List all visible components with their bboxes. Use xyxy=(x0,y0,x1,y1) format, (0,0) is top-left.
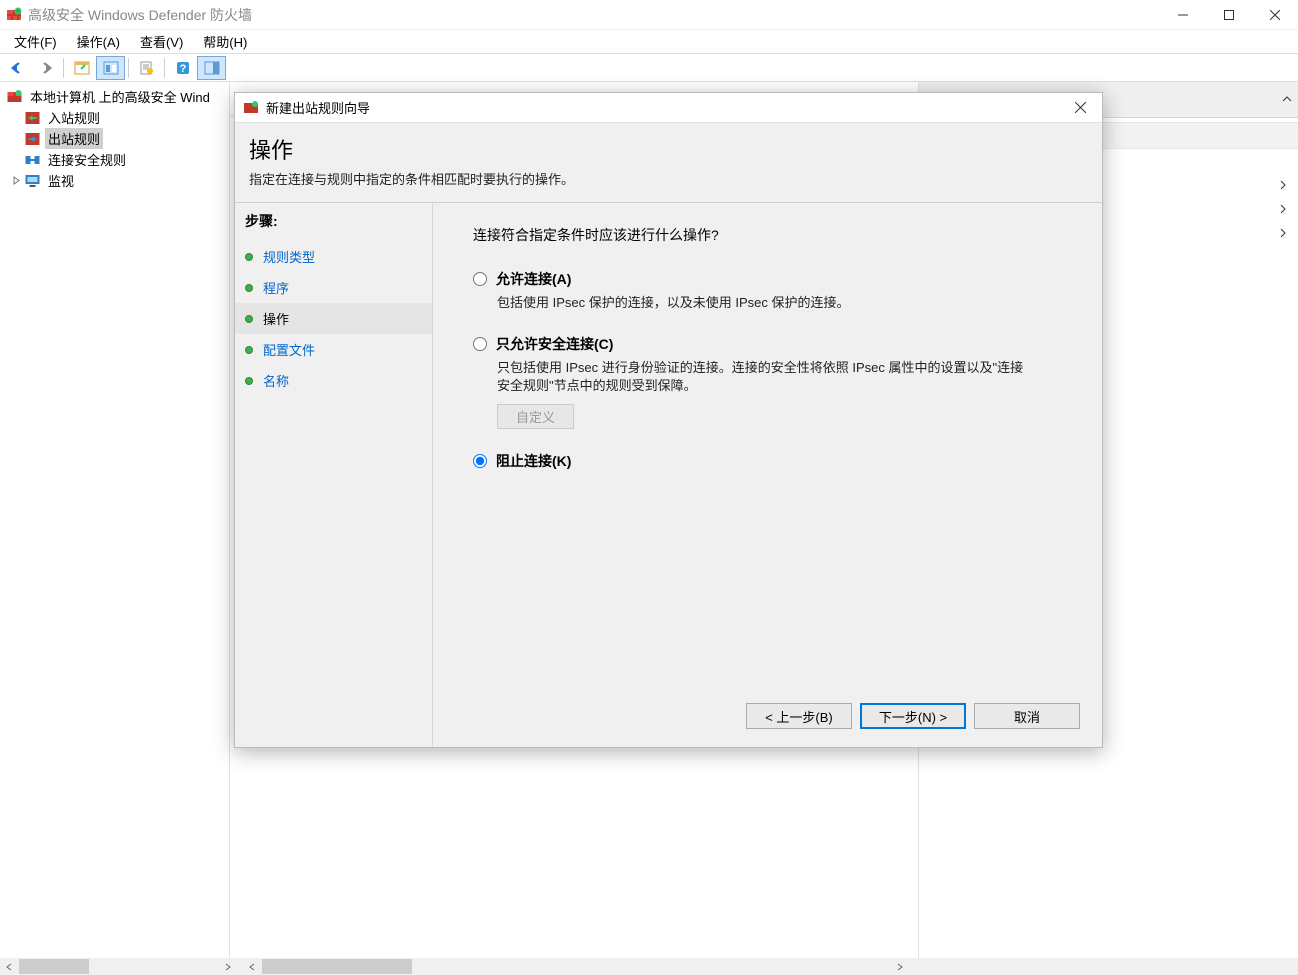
step-program[interactable]: 程序 xyxy=(235,272,432,303)
help-button[interactable]: ? xyxy=(168,56,197,80)
menu-help[interactable]: 帮助(H) xyxy=(193,30,257,53)
dialog-titlebar[interactable]: 新建出站规则向导 xyxy=(235,93,1102,123)
dialog-footer: < 上一步(B) 下一步(N) > 取消 xyxy=(746,703,1080,729)
tree-monitor-label: 监视 xyxy=(45,170,77,191)
dialog-title: 新建出站规则向导 xyxy=(266,98,370,117)
main-titlebar: 高级安全 Windows Defender 防火墙 xyxy=(0,0,1298,30)
forward-button[interactable] xyxy=(31,56,60,80)
close-button[interactable] xyxy=(1252,0,1298,30)
step-rule-type[interactable]: 规则类型 xyxy=(235,241,432,272)
caret-icon[interactable] xyxy=(12,174,24,188)
tree-monitor[interactable]: 监视 xyxy=(0,170,229,191)
dialog-header: 操作 指定在连接与规则中指定的条件相匹配时要执行的操作。 xyxy=(235,123,1102,202)
maximize-button[interactable] xyxy=(1206,0,1252,30)
connsec-icon xyxy=(24,152,41,168)
show-tree-button[interactable] xyxy=(67,56,96,80)
monitor-icon xyxy=(24,173,41,189)
dialog-heading: 操作 xyxy=(249,133,1088,169)
hscroll-left-arrow-list[interactable] xyxy=(243,958,260,975)
radio-secure-input[interactable] xyxy=(473,337,487,351)
radio-allow-label: 允许连接(A) xyxy=(496,269,571,289)
hscroll-thumb-list[interactable] xyxy=(262,959,412,974)
cancel-button-dialog[interactable]: 取消 xyxy=(974,703,1080,729)
tree-outbound[interactable]: 出站规则 xyxy=(0,128,229,149)
firewall-icon xyxy=(6,89,23,105)
radio-block-input[interactable] xyxy=(473,454,487,468)
menu-file[interactable]: 文件(F) xyxy=(4,30,67,53)
hscroll-thumb-tree[interactable] xyxy=(19,959,89,974)
radio-allow[interactable]: 允许连接(A) xyxy=(473,269,1074,289)
option-block: 阻止连接(K) xyxy=(473,451,1074,471)
dialog-close-button[interactable] xyxy=(1058,93,1102,123)
actions-collapse-icon[interactable] xyxy=(1282,93,1292,107)
dialog-steps: 步骤: 规则类型 程序 操作 配置文件 名称 xyxy=(235,203,433,747)
option-secure: 只允许安全连接(C) 只包括使用 IPsec 进行身份验证的连接。连接的安全性将… xyxy=(473,334,1074,428)
toolbar: ? xyxy=(0,54,1298,82)
step-name[interactable]: 名称 xyxy=(235,365,432,396)
hscroll-right-arrow-list[interactable] xyxy=(891,958,908,975)
actionpane-toggle[interactable] xyxy=(197,56,226,80)
tree-pane[interactable]: 本地计算机 上的高级安全 Wind 入站规则 出站规则 连接安全规则 监视 xyxy=(0,82,230,975)
radio-block-label: 阻止连接(K) xyxy=(496,451,571,471)
outbound-icon xyxy=(24,131,41,147)
window-title: 高级安全 Windows Defender 防火墙 xyxy=(28,5,252,25)
next-button-dialog[interactable]: 下一步(N) > xyxy=(860,703,966,729)
back-button[interactable] xyxy=(2,56,31,80)
steps-title: 步骤: xyxy=(235,211,432,241)
radio-secure-label: 只允许安全连接(C) xyxy=(496,334,613,354)
radio-secure-desc: 只包括使用 IPsec 进行身份验证的连接。连接的安全性将依照 IPsec 属性… xyxy=(473,359,1033,395)
radio-secure[interactable]: 只允许安全连接(C) xyxy=(473,334,1074,354)
menu-view[interactable]: 查看(V) xyxy=(130,30,193,53)
radio-allow-desc: 包括使用 IPsec 保护的连接，以及未使用 IPsec 保护的连接。 xyxy=(473,294,1033,312)
dialog-body: 步骤: 规则类型 程序 操作 配置文件 名称 连接符合指定条件时应该进行什么操作… xyxy=(235,202,1102,747)
hscroll-right-arrow-tree[interactable] xyxy=(219,958,236,975)
customize-button: 自定义 xyxy=(497,404,574,429)
step-profile[interactable]: 配置文件 xyxy=(235,334,432,365)
wizard-dialog: 新建出站规则向导 操作 指定在连接与规则中指定的条件相匹配时要执行的操作。 步骤… xyxy=(234,92,1103,748)
hscroll-left-arrow[interactable] xyxy=(0,958,17,975)
properties-button[interactable] xyxy=(96,56,125,80)
tree-outbound-label: 出站规则 xyxy=(45,128,103,149)
tree-root-label: 本地计算机 上的高级安全 Wind xyxy=(27,86,213,107)
step-action[interactable]: 操作 xyxy=(235,303,432,334)
tree-inbound[interactable]: 入站规则 xyxy=(0,107,229,128)
radio-allow-input[interactable] xyxy=(473,272,487,286)
menu-action[interactable]: 操作(A) xyxy=(67,30,130,53)
wizard-icon xyxy=(243,100,259,116)
tree-root[interactable]: 本地计算机 上的高级安全 Wind xyxy=(0,86,229,107)
svg-text:?: ? xyxy=(179,63,186,75)
dialog-subheading: 指定在连接与规则中指定的条件相匹配时要执行的操作。 xyxy=(249,169,1088,188)
option-allow: 允许连接(A) 包括使用 IPsec 保护的连接，以及未使用 IPsec 保护的… xyxy=(473,269,1074,312)
hscroll[interactable] xyxy=(0,958,1298,975)
firewall-app-icon xyxy=(6,7,22,23)
inbound-icon xyxy=(24,110,41,126)
export-button[interactable] xyxy=(132,56,161,80)
dialog-main: 连接符合指定条件时应该进行什么操作? 允许连接(A) 包括使用 IPsec 保护… xyxy=(433,203,1102,747)
tree-connsec-label: 连接安全规则 xyxy=(45,149,129,170)
back-button-dialog[interactable]: < 上一步(B) xyxy=(746,703,852,729)
minimize-button[interactable] xyxy=(1160,0,1206,30)
radio-block[interactable]: 阻止连接(K) xyxy=(473,451,1074,471)
tree-inbound-label: 入站规则 xyxy=(45,107,103,128)
menubar: 文件(F) 操作(A) 查看(V) 帮助(H) xyxy=(0,30,1298,54)
tree-connsec[interactable]: 连接安全规则 xyxy=(0,149,229,170)
dialog-prompt: 连接符合指定条件时应该进行什么操作? xyxy=(473,225,1074,245)
